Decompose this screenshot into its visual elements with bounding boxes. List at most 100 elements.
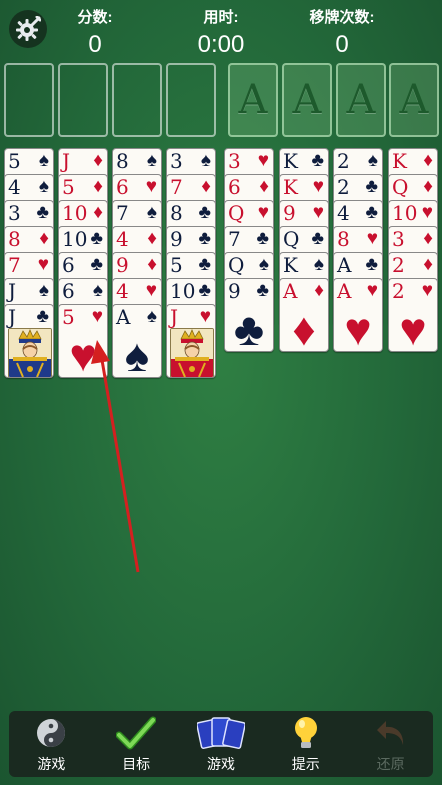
undo-button[interactable]: 还原: [351, 714, 431, 774]
card-rank: 4: [8, 175, 21, 199]
yin-yang-icon: [37, 719, 66, 747]
game-menu-button[interactable]: 游戏: [11, 714, 91, 774]
card-suit-icon: ♣: [36, 306, 49, 327]
foundation-3[interactable]: A: [336, 63, 386, 137]
gear-icon: [16, 16, 41, 41]
goal-label: 目标: [122, 756, 151, 772]
card-suit-icon: ♦: [423, 176, 433, 197]
undo-label: 还原: [376, 756, 405, 772]
card-suit-icon: ♣: [256, 228, 269, 249]
card-rank: J: [62, 149, 71, 173]
card-suit-icon: ♥: [366, 280, 378, 301]
card-rank: 10: [392, 201, 418, 225]
free-cell-2[interactable]: [58, 63, 108, 137]
card-rank: 4: [337, 201, 350, 225]
card-suit-icon: ♣: [365, 176, 378, 197]
card-center-suit-icon: ♥: [69, 329, 97, 378]
playing-card[interactable]: J ♣: [4, 304, 54, 378]
bottom-toolbar: 游戏 目标 游戏 提示 还原: [9, 711, 433, 777]
card-suit-icon: ♠: [200, 150, 211, 171]
card-suit-icon: ♦: [423, 254, 433, 275]
card-rank: 8: [337, 227, 350, 251]
card-rank: 9: [228, 279, 241, 303]
card-suit-icon: ♣: [198, 254, 211, 275]
card-suit-icon: ♦: [201, 176, 211, 197]
free-cell-1[interactable]: [4, 63, 54, 137]
card-suit-icon: ♥: [312, 202, 324, 223]
card-rank: A: [116, 305, 131, 329]
card-center-suit-icon: ♥: [344, 303, 372, 352]
card-rank: K: [283, 175, 298, 199]
card-rank: Q: [228, 253, 245, 277]
score-stat: 分数: 0: [64, 6, 126, 59]
card-suit-icon: ♥: [145, 280, 157, 301]
card-suit-icon: ♣: [311, 150, 324, 171]
score-value: 0: [88, 31, 102, 58]
card-rank: 8: [170, 201, 183, 225]
card-suit-icon: ♠: [92, 280, 103, 301]
hint-label: 提示: [291, 756, 320, 772]
solitaire-app: 分数: 0 用时: 0:00 移牌次数: 0 A A A A 5 ♠ 4 ♠ 3 ♣ 8 ♦ 7…: [0, 0, 442, 785]
card-rank: 5: [62, 305, 75, 329]
card-rank: 6: [228, 175, 241, 199]
card-suit-icon: ♣: [311, 228, 324, 249]
time-label: 用时:: [203, 9, 239, 26]
card-suit-icon: ♠: [38, 176, 49, 197]
card-rank: Q: [228, 201, 245, 225]
card-rank: 7: [116, 201, 129, 225]
playing-card[interactable]: A ♥ ♥: [333, 278, 383, 352]
foundation-4[interactable]: A: [389, 63, 439, 137]
card-rank: 7: [170, 175, 183, 199]
card-rank: K: [392, 149, 407, 173]
card-suit-icon: ♦: [93, 202, 103, 223]
foundation-1[interactable]: A: [228, 63, 278, 137]
foundation-label: A: [346, 77, 376, 123]
jack-portrait-icon: [170, 328, 214, 377]
playing-card[interactable]: A ♠ ♠: [112, 304, 162, 378]
playing-card[interactable]: 5 ♥ ♥: [58, 304, 108, 378]
settings-button[interactable]: [9, 10, 47, 48]
card-rank: 4: [116, 227, 129, 251]
card-rank: 2: [392, 253, 405, 277]
card-suit-icon: ♦: [314, 280, 324, 301]
playing-card[interactable]: A ♦ ♦: [279, 278, 329, 352]
card-rank: 3: [170, 149, 183, 173]
card-rank: 7: [228, 227, 241, 251]
card-rank: 5: [8, 149, 21, 173]
score-label: 分数:: [77, 9, 113, 26]
playing-card[interactable]: 9 ♣ ♣: [224, 278, 274, 352]
time-value: 0:00: [197, 31, 245, 58]
undo-icon: [376, 721, 403, 745]
card-rank: 2: [337, 175, 350, 199]
foundation-label: A: [399, 77, 429, 123]
card-rank: 4: [116, 279, 129, 303]
card-center-suit-icon: ♠: [124, 329, 150, 378]
card-rank: 8: [8, 227, 21, 251]
card-center-suit-icon: ♥: [399, 303, 427, 352]
jack-portrait-icon: [8, 328, 52, 377]
free-cell-3[interactable]: [112, 63, 162, 137]
playing-card[interactable]: 2 ♥ ♥: [388, 278, 438, 352]
new-deal-button[interactable]: 游戏: [181, 714, 261, 774]
free-cell-4[interactable]: [166, 63, 216, 137]
card-rank: 3: [228, 149, 241, 173]
playing-card[interactable]: J ♥: [166, 304, 216, 378]
card-rank: K: [283, 149, 298, 173]
card-rank: 2: [392, 279, 405, 303]
card-suit-icon: ♥: [37, 254, 49, 275]
goal-button[interactable]: 目标: [96, 714, 176, 774]
hint-button[interactable]: 提示: [266, 714, 346, 774]
lightbulb-icon: [294, 717, 317, 748]
card-rank: 10: [62, 201, 88, 225]
card-rank: 7: [8, 253, 21, 277]
new-deal-label: 游戏: [206, 756, 235, 772]
card-suit-icon: ♥: [421, 280, 433, 301]
card-suit-icon: ♦: [93, 150, 103, 171]
card-suit-icon: ♠: [146, 306, 157, 327]
card-rank: A: [337, 279, 352, 303]
card-suit-icon: ♣: [365, 254, 378, 275]
card-rank: 3: [8, 201, 21, 225]
card-suit-icon: ♠: [38, 150, 49, 171]
card-rank: J: [8, 305, 17, 329]
foundation-2[interactable]: A: [282, 63, 332, 137]
